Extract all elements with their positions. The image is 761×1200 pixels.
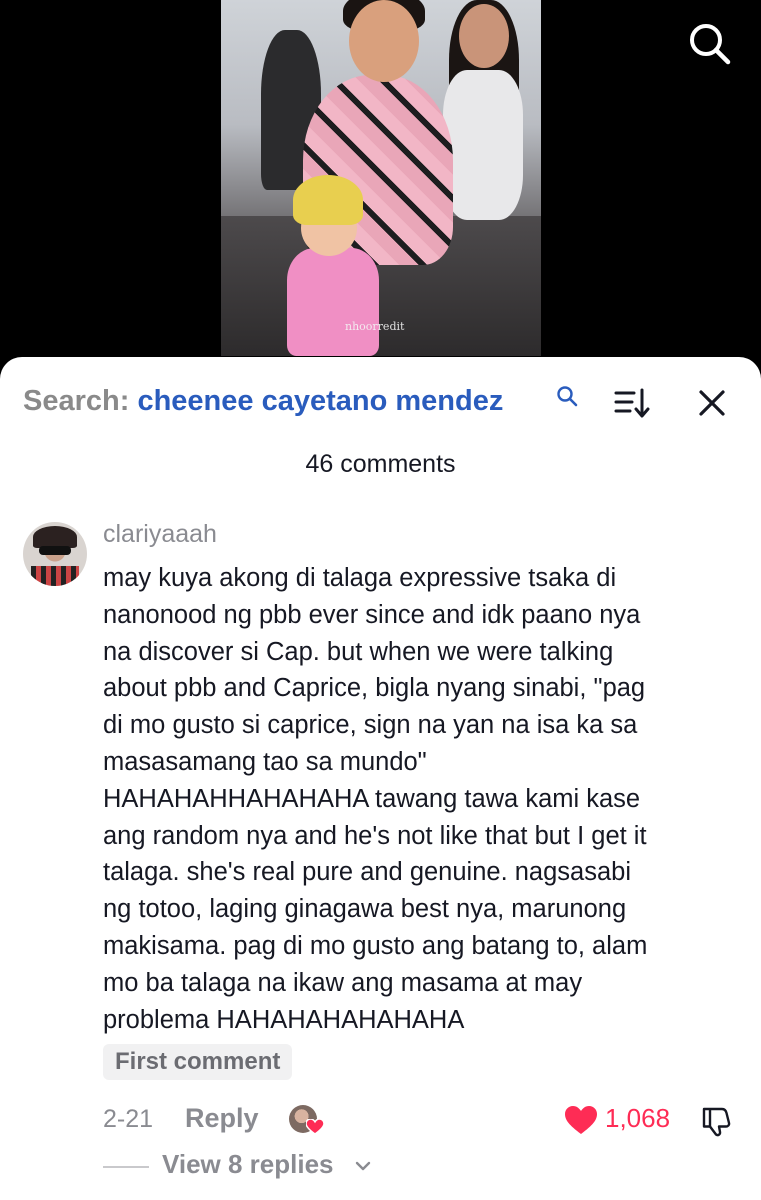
comments-sheet: Search: cheenee cayetano mendez 46 comme… — [0, 357, 761, 1200]
search-icon[interactable] — [556, 385, 578, 407]
search-query[interactable]: cheenee cayetano mendez — [137, 385, 503, 417]
child-shirt — [287, 248, 379, 356]
video-thumbnail: nhoorredit — [221, 0, 541, 356]
close-icon[interactable] — [697, 388, 727, 418]
woman-face-right — [459, 4, 509, 68]
avatar[interactable] — [23, 522, 87, 586]
replies-divider — [103, 1166, 149, 1168]
avatar-hair — [33, 526, 77, 548]
like-count: 1,068 — [605, 1103, 671, 1133]
view-replies-label[interactable]: View 8 replies — [162, 1149, 334, 1180]
comments-header: Search: cheenee cayetano mendez 46 comme… — [0, 357, 761, 478]
woman-body-right — [443, 70, 523, 220]
first-comment-badge: First comment — [103, 1044, 293, 1080]
comment-date: 2-21 — [103, 1105, 154, 1133]
heart-icon[interactable] — [564, 1105, 598, 1135]
woman-face — [349, 0, 419, 82]
chevron-down-icon[interactable] — [354, 1159, 372, 1173]
creator-heart-icon — [306, 1119, 324, 1135]
dislike-icon[interactable] — [700, 1105, 732, 1137]
avatar-shirt — [31, 566, 79, 586]
comment-count: 46 comments — [305, 450, 456, 478]
child-helmet — [293, 175, 363, 225]
video-area[interactable]: nhoorredit — [0, 0, 761, 380]
reply-button[interactable]: Reply — [185, 1103, 259, 1134]
comment-username[interactable]: clariyaaah — [103, 520, 217, 549]
search-prefix: Search: — [23, 385, 130, 417]
search-label[interactable]: Search: cheenee cayetano mendez — [23, 385, 503, 418]
sort-icon[interactable] — [614, 387, 650, 419]
search-icon[interactable] — [686, 20, 732, 66]
video-watermark: nhoorredit — [345, 320, 405, 333]
avatar-sunglasses — [39, 546, 71, 555]
comment-text: may kuya akong di talaga expressive tsak… — [103, 564, 648, 1034]
view-replies[interactable]: View 8 replies — [0, 1145, 761, 1185]
